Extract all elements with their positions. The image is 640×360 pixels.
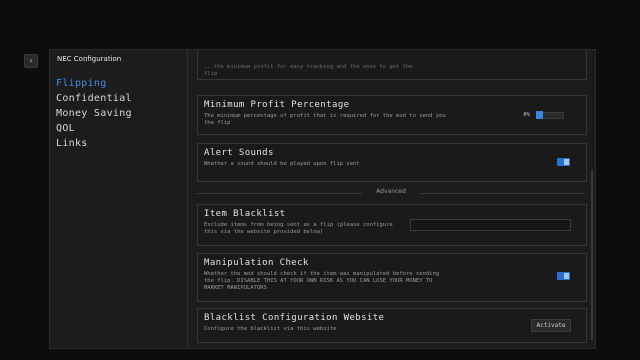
sidebar-item-money-saving[interactable]: Money Saving xyxy=(56,108,132,119)
blacklist-website-card: Blacklist Configuration Website Configur… xyxy=(197,308,587,343)
sidebar-item-qol[interactable]: QOL xyxy=(56,123,75,134)
settings-content: ...the minimum profit for easy tracking … xyxy=(188,50,595,348)
min-profit-desc: The minimum percentage of profit that is… xyxy=(204,113,446,126)
alert-sounds-title: Alert Sounds xyxy=(204,148,274,158)
config-panel: NEC Configuration Flipping Confidential … xyxy=(49,49,596,349)
alert-sounds-toggle[interactable] xyxy=(557,158,570,166)
scrollbar[interactable] xyxy=(591,170,593,340)
alert-sounds-desc: Whether a sound should be played upon fl… xyxy=(204,161,360,167)
manipulation-check-card: Manipulation Check Whether the mod shoul… xyxy=(197,253,587,302)
partial-setting-card: ...the minimum profit for easy tracking … xyxy=(197,50,587,80)
min-profit-title: Minimum Profit Percentage xyxy=(204,100,350,110)
sidebar-item-links[interactable]: Links xyxy=(56,138,88,149)
partial-desc-line1: ...the minimum profit for easy tracking … xyxy=(204,64,413,70)
item-blacklist-input[interactable] xyxy=(410,219,571,231)
partial-desc-line2: flip xyxy=(204,71,218,77)
item-blacklist-card: Item Blacklist Exclude items from being … xyxy=(197,204,587,246)
min-profit-card: Minimum Profit Percentage The minimum pe… xyxy=(197,95,587,135)
min-profit-slider-thumb[interactable] xyxy=(536,111,543,119)
item-blacklist-title: Item Blacklist xyxy=(204,209,286,219)
sidebar-item-confidential[interactable]: Confidential xyxy=(56,93,132,104)
manipulation-check-desc: Whether the mod should check if the item… xyxy=(204,271,440,291)
divider-line-right xyxy=(420,193,585,194)
window-title: NEC Configuration xyxy=(57,55,122,63)
item-blacklist-desc: Exclude items from being sent as a flip … xyxy=(204,222,393,235)
sidebar-item-flipping[interactable]: Flipping xyxy=(56,78,107,89)
blacklist-website-desc: Configure the blacklist via this website xyxy=(204,326,337,332)
blacklist-website-title: Blacklist Configuration Website xyxy=(204,313,385,323)
chevron-left-icon: ‹ xyxy=(28,56,34,65)
alert-sounds-card: Alert Sounds Whether a sound should be p… xyxy=(197,143,587,182)
back-button[interactable]: ‹ xyxy=(24,54,38,68)
manipulation-check-title: Manipulation Check xyxy=(204,258,309,268)
manipulation-check-toggle[interactable] xyxy=(557,272,570,280)
advanced-section-divider: Advanced xyxy=(197,188,585,198)
activate-button[interactable]: Activate xyxy=(531,319,571,332)
min-profit-value-label: 0% xyxy=(523,112,530,118)
